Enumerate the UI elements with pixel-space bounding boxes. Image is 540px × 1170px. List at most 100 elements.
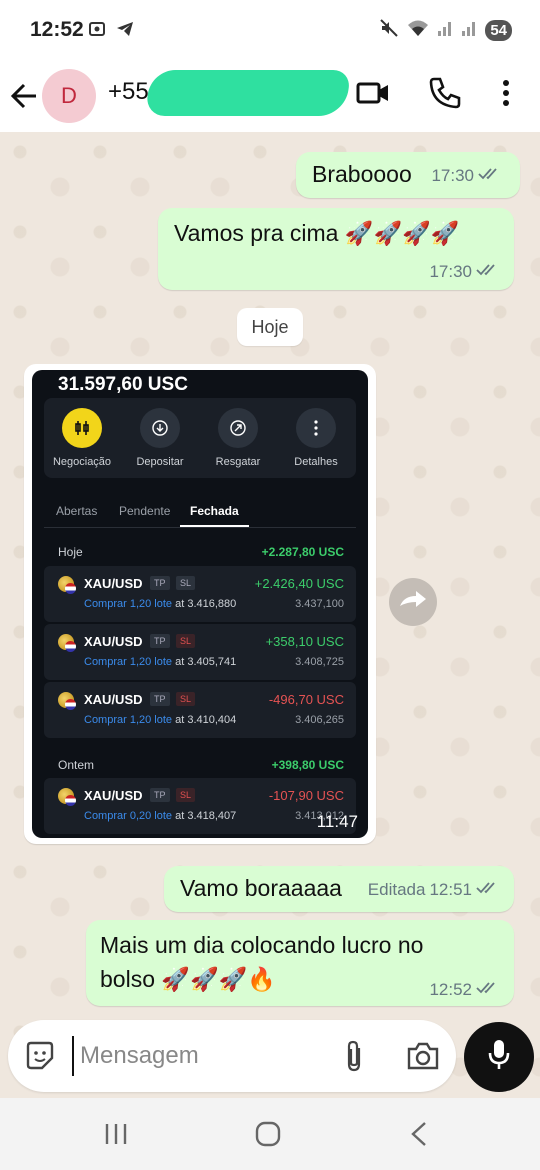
more-options-icon[interactable]: [500, 76, 512, 115]
trade-pnl: +358,10 USC: [265, 634, 344, 649]
battery-badge: 54: [485, 20, 512, 41]
candlestick-icon: [62, 408, 102, 448]
message-bubble[interactable]: Braboooo 17:30: [296, 152, 520, 198]
group-header-yesterday: Ontem +398,80 USC: [58, 758, 344, 772]
voice-message-button[interactable]: [464, 1022, 534, 1092]
trading-actions: Negociação Depositar Resgatar Detalhes: [44, 398, 356, 478]
message-composer: [8, 1020, 456, 1092]
trade-close-price: 3.437,100: [295, 598, 344, 610]
gold-usd-icon: [58, 692, 76, 710]
tp-tag: TP: [150, 692, 170, 706]
microphone-icon: [487, 1038, 511, 1077]
signal-icon-2: [461, 19, 477, 42]
group-header-today: Hoje +2.287,80 USC: [58, 545, 344, 559]
tab-pending: Pendente: [119, 504, 171, 518]
sl-tag: SL: [176, 576, 196, 590]
group-total: +398,80 USC: [271, 758, 344, 772]
chat-header: D +55: [0, 60, 540, 132]
action-details: Detalhes: [278, 408, 354, 468]
gold-usd-icon: [58, 576, 76, 594]
double-check-icon: [476, 262, 500, 282]
trade-symbol: XAU/USD: [84, 692, 143, 707]
trade-row: XAU/USD TP SL +2.426,40 USC Comprar 1,20…: [44, 566, 356, 622]
trade-symbol: XAU/USD: [84, 788, 143, 803]
back-arrow-icon[interactable]: [10, 76, 40, 121]
system-nav-bar: [0, 1098, 540, 1170]
trade-open-price: at 3.416,880: [175, 598, 237, 610]
trade-symbol: XAU/USD: [84, 576, 143, 591]
group-label: Hoje: [58, 545, 83, 559]
phone-call-icon[interactable]: [428, 76, 462, 115]
message-time: 12:52: [429, 980, 472, 999]
status-time: 12:52: [30, 18, 84, 41]
screen-record-icon: [88, 20, 106, 43]
redaction-mark: [144, 70, 352, 116]
trade-row: XAU/USD TP SL -107,90 USC Comprar 0,20 l…: [44, 778, 356, 834]
chat-area: Braboooo 17:30 Vamos pra cima 🚀🚀🚀🚀 17:30…: [0, 132, 540, 1098]
tp-tag: TP: [150, 634, 170, 648]
edited-label: Editada: [367, 880, 426, 899]
tp-tag: TP: [150, 788, 170, 802]
camera-icon[interactable]: [406, 1040, 440, 1077]
trade-pnl: -496,70 USC: [268, 692, 344, 707]
trade-action: Comprar 0,20 lote: [84, 810, 173, 822]
more-vertical-icon: [296, 408, 336, 448]
message-time: 12:51: [429, 880, 472, 899]
trading-screenshot[interactable]: 31.597,60 USC Negociação Depositar Resga…: [32, 370, 368, 838]
trade-action: Comprar 1,20 lote: [84, 714, 173, 726]
action-label: Resgatar: [215, 456, 261, 468]
gold-usd-icon: [58, 634, 76, 652]
tab-closed: Fechada: [180, 504, 249, 527]
group-total: +2.287,80 USC: [261, 545, 344, 559]
image-message[interactable]: 31.597,60 USC Negociação Depositar Resga…: [24, 364, 376, 844]
message-time: 11:47: [316, 812, 358, 831]
message-input[interactable]: [72, 1036, 322, 1076]
wifi-icon: [407, 18, 429, 43]
action-withdraw: Resgatar: [200, 408, 276, 468]
double-check-icon: [478, 166, 502, 186]
signal-icon-1: [437, 19, 453, 42]
trade-open-price: at 3.410,404: [175, 714, 237, 726]
trade-action: Comprar 1,20 lote: [84, 598, 173, 610]
trade-close-price: 3.406,265: [295, 714, 344, 726]
download-circle-icon: [140, 408, 180, 448]
sl-tag: SL: [176, 692, 196, 706]
message-text: Mais um dia colocando lucro no bolso 🚀🚀🚀…: [100, 932, 424, 992]
message-time: 17:30: [429, 262, 472, 281]
action-label: Detalhes: [294, 456, 338, 468]
trade-pnl: +2.426,40 USC: [254, 576, 344, 591]
trade-open-price: at 3.405,741: [175, 656, 237, 668]
back-icon[interactable]: [406, 1120, 434, 1153]
trade-close-price: 3.408,725: [295, 656, 344, 668]
trade-row: XAU/USD TP SL +358,10 USC Comprar 1,20 l…: [44, 624, 356, 680]
attach-icon[interactable]: [342, 1038, 366, 1079]
home-icon[interactable]: [254, 1120, 282, 1153]
message-text: Vamo boraaaaa: [180, 875, 342, 901]
avatar[interactable]: D: [42, 69, 96, 123]
status-bar: 12:52 54: [0, 0, 540, 60]
sticker-icon[interactable]: [24, 1040, 56, 1077]
recent-apps-icon[interactable]: [102, 1120, 130, 1153]
arrow-up-right-circle-icon: [218, 408, 258, 448]
sl-tag: SL: [176, 788, 196, 802]
forward-button[interactable]: [389, 578, 437, 626]
trade-symbol: XAU/USD: [84, 634, 143, 649]
tab-open: Abertas: [56, 504, 98, 518]
message-time: 17:30: [431, 166, 474, 185]
trade-pnl: -107,90 USC: [268, 788, 344, 803]
forward-icon: [398, 590, 428, 615]
trade-tabs: Abertas Pendente Fechada: [44, 498, 356, 528]
trade-row: XAU/USD TP SL -496,70 USC Comprar 1,20 l…: [44, 682, 356, 738]
gold-usd-icon: [58, 788, 76, 806]
tp-tag: TP: [150, 576, 170, 590]
double-check-icon: [476, 880, 500, 900]
action-label: Depositar: [136, 456, 184, 468]
message-bubble[interactable]: Vamos pra cima 🚀🚀🚀🚀 17:30: [158, 208, 514, 290]
message-bubble[interactable]: Mais um dia colocando lucro no bolso 🚀🚀🚀…: [86, 920, 514, 1006]
message-bubble[interactable]: Vamo boraaaaa Editada 12:51: [164, 866, 514, 912]
video-call-icon[interactable]: [356, 76, 390, 115]
action-deposit: Depositar: [122, 408, 198, 468]
action-label: Negociação: [52, 456, 112, 468]
contact-name[interactable]: +55: [108, 78, 149, 106]
trade-open-price: at 3.418,407: [175, 810, 237, 822]
